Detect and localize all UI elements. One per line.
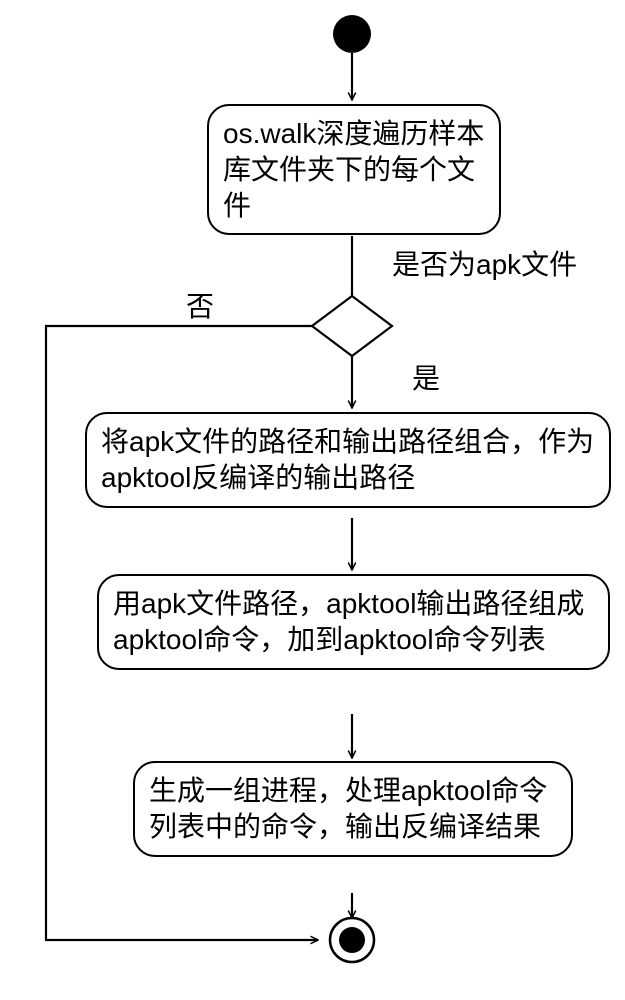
- activity-spawn-process: 生成一组进程，处理apktool命令列表中的命令，输出反编译结果: [133, 761, 573, 857]
- final-node-ring: [330, 918, 374, 962]
- decision-question-label: 是否为apk文件: [392, 248, 577, 282]
- activity-walk: os.walk深度遍历样本库文件夹下的每个文件: [207, 104, 501, 235]
- activity-combine-path-text: 将apk文件的路径和输出路径组合，作为apktool反编译的输出路径: [101, 426, 594, 493]
- activity-build-command: 用apk文件路径，apktool输出路径组成apktool命令，加到apktoo…: [97, 574, 610, 670]
- final-node-dot: [339, 927, 365, 953]
- decision-yes-label: 是: [412, 362, 440, 396]
- initial-node: [333, 15, 371, 53]
- decision-node: [312, 296, 392, 356]
- flowchart-canvas: os.walk深度遍历样本库文件夹下的每个文件 将apk文件的路径和输出路径组合…: [0, 0, 625, 1000]
- activity-build-command-text: 用apk文件路径，apktool输出路径组成apktool命令，加到apktoo…: [113, 588, 584, 655]
- activity-walk-text: os.walk深度遍历样本库文件夹下的每个文件: [223, 118, 484, 221]
- activity-combine-path: 将apk文件的路径和输出路径组合，作为apktool反编译的输出路径: [85, 412, 611, 508]
- activity-spawn-process-text: 生成一组进程，处理apktool命令列表中的命令，输出反编译结果: [149, 775, 547, 842]
- decision-no-label: 否: [186, 290, 214, 324]
